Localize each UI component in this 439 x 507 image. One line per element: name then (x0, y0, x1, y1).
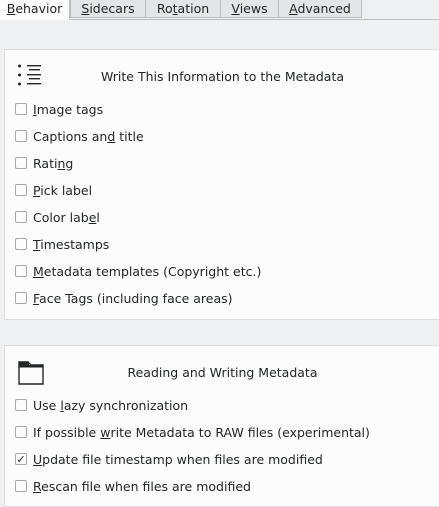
checkbox-label: Update file timestamp when files are mod… (33, 451, 323, 467)
checkbox[interactable] (15, 103, 27, 115)
tab-rotation[interactable]: Rotation (145, 0, 221, 18)
tab-label: Ro (156, 1, 173, 16)
tab-bar: Behavior Sidecars Rotation Views Advance… (0, 0, 439, 20)
checkbox[interactable] (15, 265, 27, 277)
tab-label: ehavior (15, 1, 63, 16)
checkbox-label: Color label (33, 209, 100, 225)
tab-behavior[interactable]: Behavior (0, 0, 70, 20)
checkbox-label: Face Tags (including face areas) (33, 290, 233, 306)
option-timestamps[interactable]: Timestamps (15, 235, 109, 253)
read-write-metadata-group: Reading and Writing Metadata Use lazy sy… (4, 345, 439, 507)
option-face-tags[interactable]: Face Tags (including face areas) (15, 289, 233, 307)
checkbox-label: Use lazy synchronization (33, 397, 189, 413)
checkbox[interactable] (15, 211, 27, 223)
option-lazy-sync[interactable]: Use lazy synchronization (15, 396, 188, 414)
option-write-raw[interactable]: If possible write Metadata to RAW files … (15, 423, 370, 441)
tab-label: idecars (89, 1, 135, 16)
checkbox-label: Pick label (33, 182, 93, 198)
checkmark-icon: ✓ (16, 452, 26, 466)
option-rescan-file[interactable]: Rescan file when files are modified (15, 477, 251, 495)
write-metadata-group: Write This Information to the Metadata I… (4, 49, 439, 320)
option-update-timestamp[interactable]: ✓ Update file timestamp when files are m… (15, 450, 323, 468)
checkbox[interactable] (15, 426, 27, 438)
tab-sidecars[interactable]: Sidecars (70, 0, 146, 18)
checkbox-label: Metadata templates (Copyright etc.) (33, 263, 262, 279)
checkbox[interactable] (15, 238, 27, 250)
tab-mnemonic: V (231, 1, 240, 16)
tab-label: dvanced (297, 1, 351, 16)
checkbox[interactable] (15, 184, 27, 196)
checkbox[interactable] (15, 399, 27, 411)
checkbox[interactable] (15, 292, 27, 304)
write-group-title: Write This Information to the Metadata (100, 69, 345, 84)
rw-group-title: Reading and Writing Metadata (127, 365, 318, 380)
tab-label: ation (177, 1, 210, 16)
checkbox-checked[interactable]: ✓ (15, 453, 27, 465)
option-pick-label[interactable]: Pick label (15, 181, 92, 199)
option-color-label[interactable]: Color label (15, 208, 100, 226)
option-captions-title[interactable]: Captions and title (15, 127, 144, 145)
checkbox-label: If possible write Metadata to RAW files … (33, 424, 370, 440)
checkbox-label: Image tags (33, 101, 104, 117)
tab-advanced[interactable]: Advanced (278, 0, 362, 18)
checkbox[interactable] (15, 130, 27, 142)
checkbox-label: Captions and title (33, 128, 144, 144)
checkbox-label: Rescan file when files are modified (33, 478, 251, 494)
checkbox[interactable] (15, 480, 27, 492)
option-image-tags[interactable]: Image tags (15, 100, 103, 118)
tab-views[interactable]: Views (220, 0, 279, 18)
option-rating[interactable]: Rating (15, 154, 73, 172)
tab-label: iews (239, 1, 268, 16)
checkbox-label: Timestamps (33, 236, 110, 252)
option-metadata-templates[interactable]: Metadata templates (Copyright etc.) (15, 262, 261, 280)
checkbox-label: Rating (33, 155, 74, 171)
checkbox[interactable] (15, 157, 27, 169)
